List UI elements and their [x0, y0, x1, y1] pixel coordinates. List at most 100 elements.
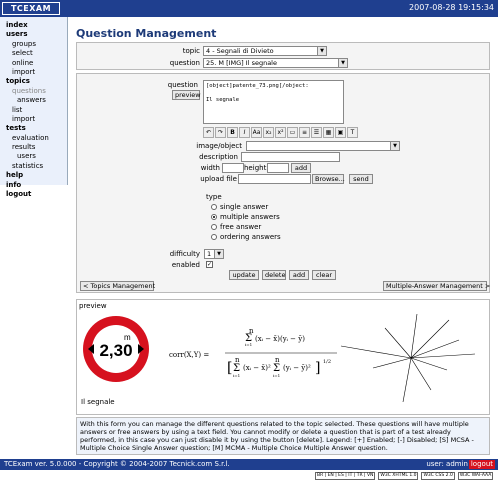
- update-button[interactable]: update: [229, 270, 259, 280]
- width-label: width: [200, 164, 220, 172]
- sidebar-item-online[interactable]: online: [0, 59, 67, 68]
- chevron-down-icon: ▼: [338, 59, 347, 67]
- multiple-answer-management-link[interactable]: Multiple-Answer Management >: [383, 281, 490, 291]
- difficulty-label: difficulty: [169, 250, 200, 258]
- enabled-label: enabled: [171, 261, 200, 269]
- upload-file-input[interactable]: [238, 174, 311, 184]
- chevron-down-icon: ▼: [317, 47, 326, 55]
- sidebar-menu: index users groups select online import topics…: [0, 17, 68, 198]
- undo-icon[interactable]: ↶: [203, 127, 214, 138]
- difficulty-select[interactable]: 1 ▼: [204, 249, 224, 259]
- image-label: image/object: [196, 142, 242, 150]
- sidebar-item-questions[interactable]: questions: [0, 87, 67, 96]
- topic-select[interactable]: 4 - Segnali di Divieto ▼: [203, 46, 327, 56]
- font-size-icon[interactable]: Aa: [251, 127, 262, 138]
- delete-button[interactable]: delete: [262, 270, 286, 280]
- question-field-label: question: [167, 81, 198, 89]
- sidebar-item-import[interactable]: import: [0, 115, 67, 124]
- preview-panel: preview 2,30 m corr(X,Y) = n Σ (xi − x̄)…: [76, 299, 490, 415]
- sidebar-item-index[interactable]: index: [0, 21, 67, 30]
- sign-number: 2,30: [99, 341, 132, 360]
- svg-text:i=1: i=1: [273, 373, 280, 378]
- italic-icon[interactable]: I: [239, 127, 250, 138]
- copyright-link[interactable]: TCExam ver. 5.0.000 - Copyright © 2004-2…: [4, 459, 230, 470]
- redo-icon[interactable]: ↷: [215, 127, 226, 138]
- tex-icon[interactable]: T: [347, 127, 358, 138]
- width-input[interactable]: [222, 163, 244, 173]
- preview-button[interactable]: preview: [172, 90, 201, 100]
- question-select[interactable]: 25. M [IMG] Il segnale ▼: [203, 58, 348, 68]
- validation-badge[interactable]: W3C WAI-AAA: [457, 472, 494, 480]
- radio-button[interactable]: [211, 204, 217, 210]
- subscript-icon[interactable]: x₂: [263, 127, 274, 138]
- height-input[interactable]: [267, 163, 289, 173]
- road-sign-image: 2,30 m: [83, 316, 149, 382]
- sidebar-item-answers[interactable]: answers: [0, 96, 67, 105]
- current-user: user: admin: [426, 460, 468, 468]
- validation-badge[interactable]: W3C XHTML 1.0: [378, 472, 419, 480]
- type-radio-option[interactable]: multiple answers: [211, 213, 280, 221]
- add-image-button[interactable]: add: [291, 163, 311, 173]
- editor-line: [object]patente_73.png[/object:: [206, 83, 309, 89]
- svg-text:]: ]: [315, 360, 320, 376]
- svg-text:[: [: [227, 360, 232, 376]
- svg-text:(yi − ȳ)²: (yi − ȳ)²: [283, 364, 311, 372]
- svg-text:i=1: i=1: [245, 342, 252, 347]
- table-icon[interactable]: ▦: [323, 127, 334, 138]
- sidebar-item-import[interactable]: import: [0, 68, 67, 77]
- validation-badge[interactable]: BR | EN | ES | IT | TR | VN: [315, 472, 376, 480]
- unordered-list-icon[interactable]: ☰: [311, 127, 322, 138]
- description-label: description: [199, 153, 238, 161]
- top-bar: TCEXAM 2007-08-28 19:15:34: [0, 0, 498, 17]
- correlation-formula: corr(X,Y) = n Σ (xi − x̄)(yi − ȳ) i=1 [ …: [169, 327, 337, 378]
- height-label: height: [244, 164, 267, 172]
- sidebar-item-info[interactable]: info: [0, 181, 67, 190]
- question-textarea[interactable]: [object]patente_73.png[/object: Il segna…: [203, 80, 344, 124]
- radio-label: single answer: [220, 203, 269, 211]
- send-button[interactable]: send: [349, 174, 373, 184]
- sidebar-item-tests[interactable]: tests: [0, 124, 67, 133]
- sidebar-item-users[interactable]: users: [0, 152, 67, 161]
- sidebar-item-help[interactable]: help: [0, 171, 67, 180]
- sidebar-item-results[interactable]: results: [0, 143, 67, 152]
- logout-link[interactable]: logout: [468, 460, 495, 469]
- topics-management-link[interactable]: < Topics Management: [80, 281, 155, 291]
- sidebar-item-evaluation[interactable]: evaluation: [0, 134, 67, 143]
- type-radio-option[interactable]: single answer: [211, 203, 268, 211]
- code-icon[interactable]: ▭: [287, 127, 298, 138]
- ordered-list-icon[interactable]: ≡: [299, 127, 310, 138]
- svg-text:(xi − x̄)²: (xi − x̄)²: [243, 364, 271, 372]
- sidebar-item-users[interactable]: users: [0, 30, 67, 39]
- radio-button[interactable]: [211, 234, 217, 240]
- page-title: Question Management: [76, 27, 217, 40]
- sign-unit: m: [124, 333, 131, 342]
- radio-button[interactable]: [211, 214, 217, 220]
- sidebar-item-groups[interactable]: groups: [0, 40, 67, 49]
- browse-button[interactable]: Browse...: [312, 174, 345, 184]
- add-button[interactable]: add: [289, 270, 309, 280]
- clock: 2007-08-28 19:15:34: [409, 3, 494, 12]
- sidebar-item-list[interactable]: list: [0, 106, 67, 115]
- svg-text:corr(X,Y) =: corr(X,Y) =: [169, 351, 209, 359]
- app-logo[interactable]: TCEXAM: [2, 2, 60, 15]
- sidebar-item-select[interactable]: select: [0, 49, 67, 58]
- svg-text:(xi − x̄)(yi − ȳ): (xi − x̄)(yi − ȳ): [255, 335, 305, 343]
- editor-toolbar: ↶ ↷ B I Aa x₂ x² ▭ ≡ ☰ ▦ ▣ T: [203, 127, 358, 139]
- type-radio-option[interactable]: ordering answers: [211, 233, 281, 241]
- validation-badge[interactable]: W3C CSS 2.0: [421, 472, 455, 480]
- bold-icon[interactable]: B: [227, 127, 238, 138]
- description-input[interactable]: [241, 152, 340, 162]
- editor-line: Il segnale: [206, 97, 240, 103]
- topic-label: topic: [182, 47, 200, 55]
- sidebar-item-topics[interactable]: topics: [0, 77, 67, 86]
- radio-button[interactable]: [211, 224, 217, 230]
- enabled-checkbox[interactable]: ✓: [206, 261, 213, 268]
- vector-diagram: [340, 313, 476, 403]
- image-icon[interactable]: ▣: [335, 127, 346, 138]
- image-select[interactable]: ▼: [246, 141, 400, 151]
- type-radio-option[interactable]: free answer: [211, 223, 261, 231]
- sidebar-item-statistics[interactable]: statistics: [0, 162, 67, 171]
- clear-button[interactable]: clear: [312, 270, 336, 280]
- sidebar-item-logout[interactable]: logout: [0, 190, 67, 199]
- superscript-icon[interactable]: x²: [275, 127, 286, 138]
